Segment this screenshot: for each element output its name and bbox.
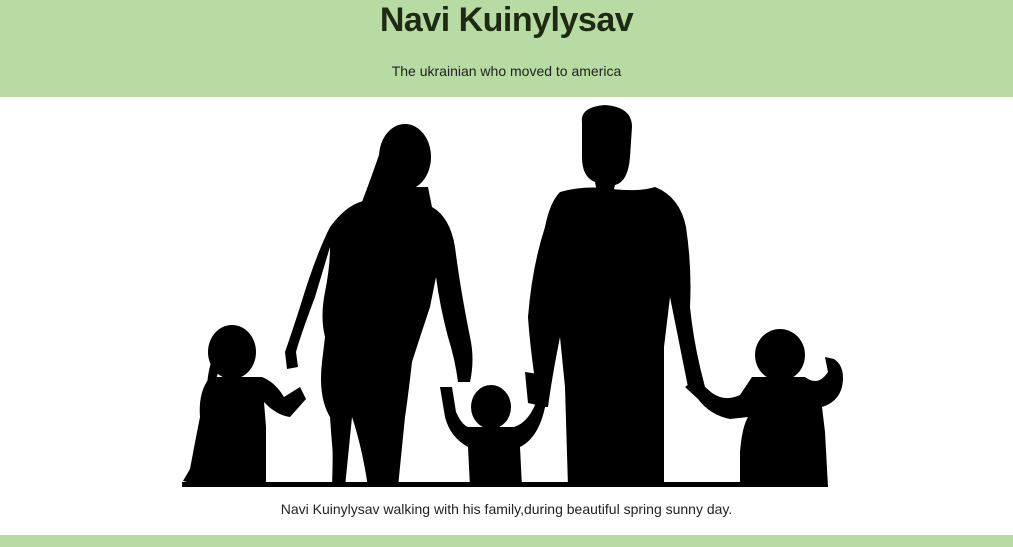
- family-silhouette-image: [182, 105, 843, 487]
- page-title: Navi Kuinylysav: [379, 1, 634, 39]
- page-subtitle: The ukrainian who moved to america: [391, 63, 622, 79]
- woman-silhouette: [285, 124, 473, 487]
- image-caption: Navi Kuinylysav walking with his family,…: [280, 501, 733, 517]
- footer-band: [0, 535, 1013, 547]
- boy-silhouette: [685, 329, 843, 487]
- family-figure: [0, 97, 1013, 487]
- page-header: Navi Kuinylysav The ukrainian who moved …: [0, 0, 1013, 97]
- man-silhouette: [525, 105, 705, 487]
